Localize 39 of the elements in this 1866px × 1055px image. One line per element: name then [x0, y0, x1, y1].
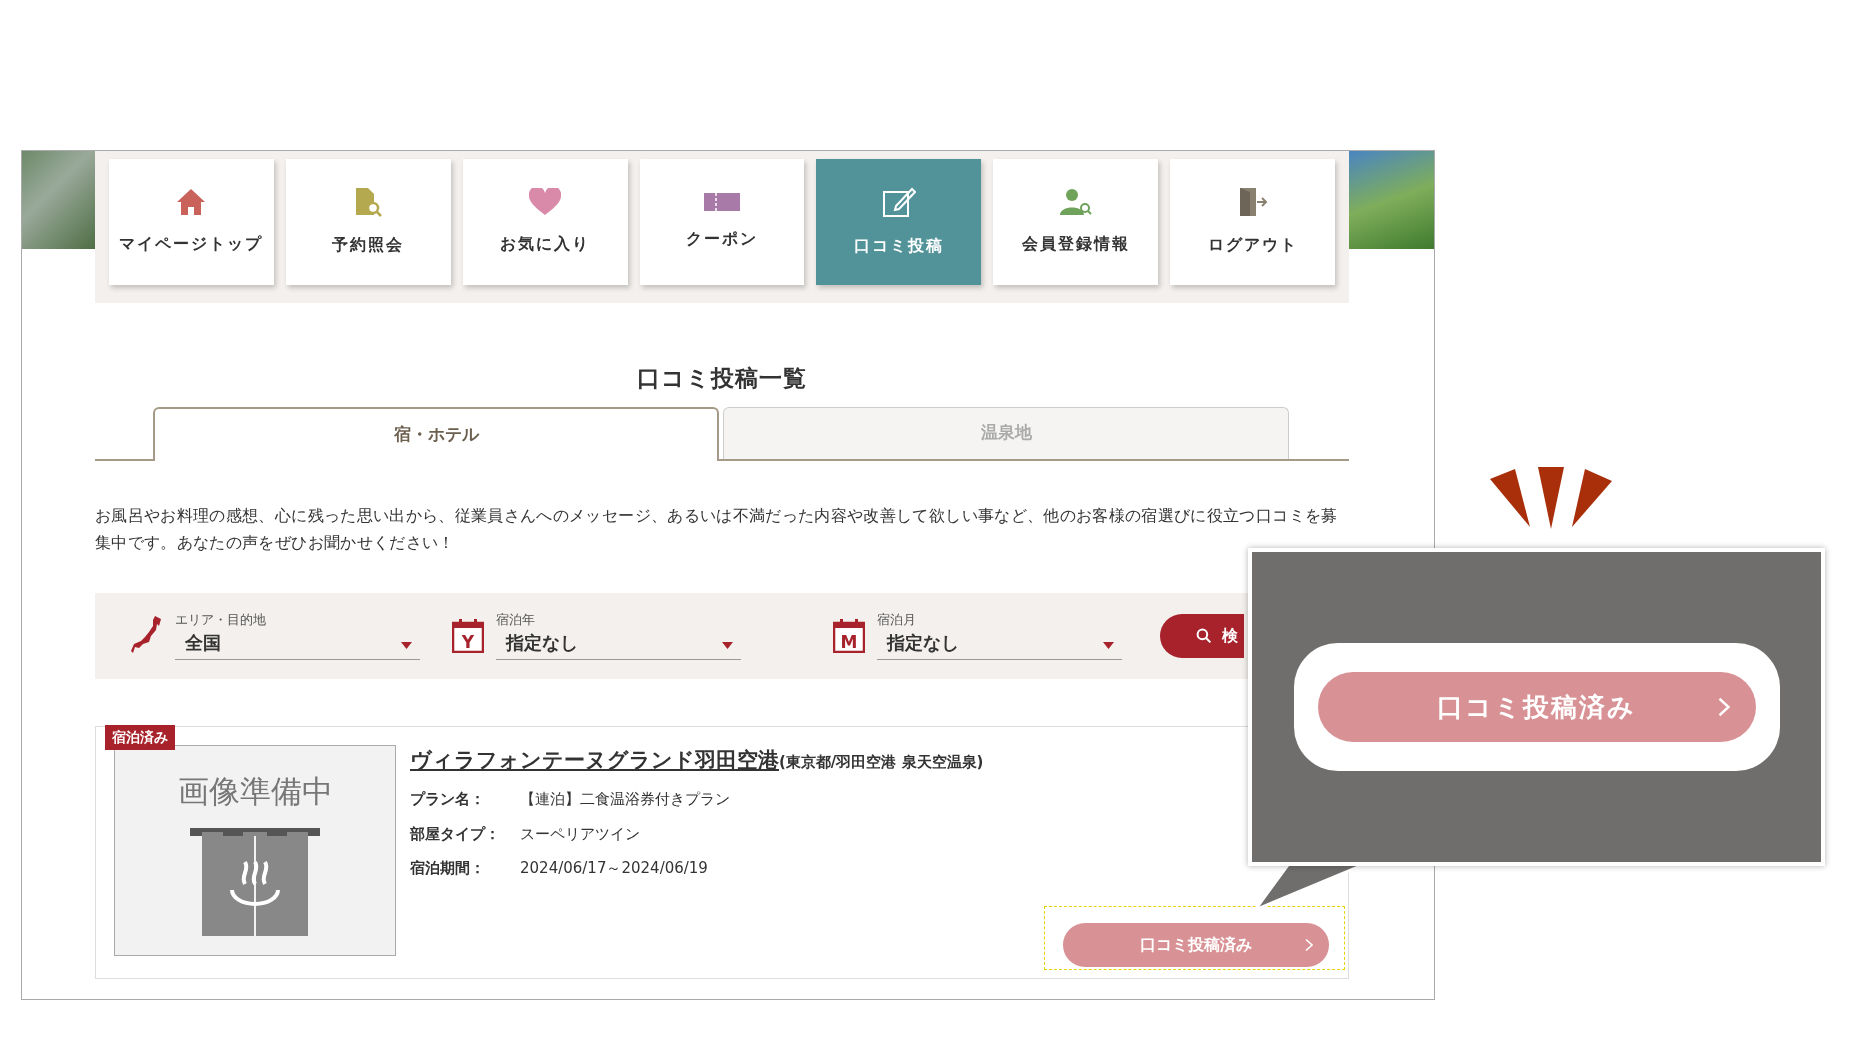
caret-icon	[722, 642, 733, 650]
nav-tab[interactable]: お気に入り	[462, 159, 628, 285]
nav-tab[interactable]: ログアウト	[1170, 159, 1335, 285]
house-icon	[176, 188, 207, 216]
select-field[interactable]: 宿泊月 指定なし	[877, 610, 1122, 661]
nav-tab[interactable]: クーポン	[639, 159, 805, 285]
hot-spring-curtain-icon	[190, 828, 320, 937]
edit-icon	[881, 186, 916, 218]
location-text: (東京都/羽田空港 泉天空温泉)	[779, 752, 984, 771]
placeholder-text: 画像準備中	[177, 771, 333, 811]
nav-tab[interactable]: マイページトップ	[109, 159, 274, 285]
field-label: 部屋タイプ：	[410, 823, 501, 845]
chevron-icon	[1717, 697, 1730, 717]
nav-tab[interactable]: 予約照会	[285, 159, 451, 285]
select-field[interactable]: 宿泊年 指定なし	[496, 610, 741, 661]
nav-tab[interactable]: 口コミ投稿	[816, 159, 982, 285]
heart-icon	[529, 188, 562, 216]
intro-text: お風呂やお料理の感想、心に残った思い出から、従業員さんへのメッセージ、あるいは不満だった内容や改善して欲しい事など、他のお客様の宿選びに役立つ口コミを募集中です。あなたの声をぜひお聞かせください！	[95, 505, 1339, 554]
field-label: 宿泊期間：	[410, 858, 486, 880]
hotel-name-link[interactable]: ヴィラフォンテーヌグランド羽田空港	[410, 747, 779, 772]
select-field[interactable]: エリア・目的地 全国	[175, 610, 420, 661]
exit-door-icon	[1237, 187, 1268, 217]
ticket-icon	[704, 193, 740, 211]
page-title: 口コミ投稿一覧	[636, 364, 808, 393]
user-search-icon	[1059, 188, 1092, 216]
caret-icon	[1103, 642, 1114, 650]
calendar-icon: M	[833, 618, 865, 653]
search-button[interactable]: 検	[1160, 613, 1244, 658]
tab[interactable]: 宿・ホテル	[153, 406, 719, 461]
nav-tab[interactable]: 会員登録情報	[993, 159, 1159, 285]
field-label: プラン名：	[410, 789, 486, 811]
calendar-icon: Y	[452, 618, 484, 653]
document-search-icon	[354, 187, 383, 217]
field-value: 2024/06/17～2024/06/19	[520, 858, 708, 880]
caret-icon	[401, 642, 412, 650]
field-value: 【連泊】二食温浴券付きプラン	[520, 789, 730, 811]
chevron-icon	[1305, 938, 1313, 952]
stayed-badge: 宿泊済み	[105, 724, 175, 750]
field-value: スーペリアツイン	[520, 823, 640, 845]
